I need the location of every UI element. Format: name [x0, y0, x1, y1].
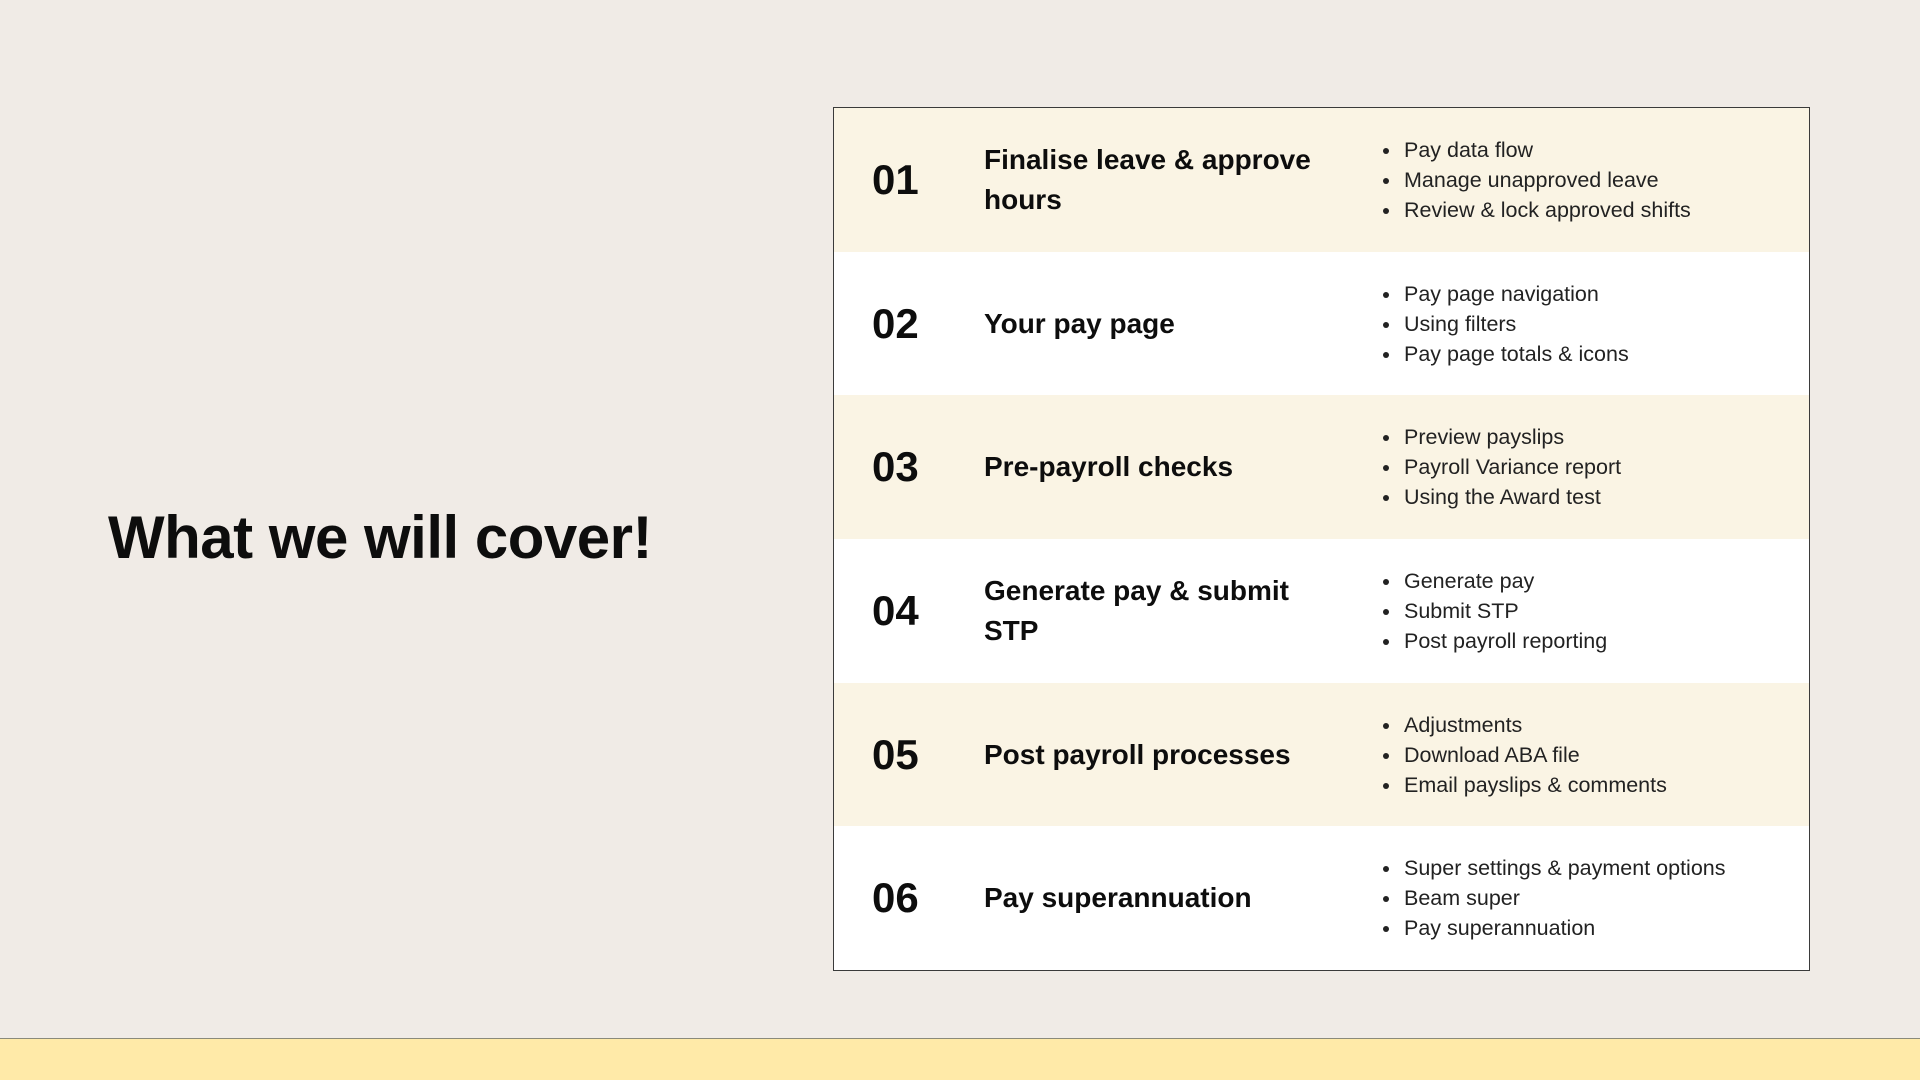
agenda-bullet: Generate pay: [1402, 566, 1607, 596]
agenda-number: 03: [872, 443, 919, 491]
agenda-bullet: Super settings & payment options: [1402, 853, 1726, 883]
agenda-bullet: Download ABA file: [1402, 740, 1667, 770]
agenda-row-05: 05 Post payroll processes Adjustments Do…: [834, 682, 1809, 827]
agenda-topic: Post payroll processes: [984, 738, 1291, 770]
agenda-bullet: Manage unapproved leave: [1402, 165, 1691, 195]
agenda-bullet: Pay page totals & icons: [1402, 339, 1629, 369]
agenda-bullet-list: Pay page navigation Using filters Pay pa…: [1379, 279, 1629, 369]
agenda-bullet: Email payslips & comments: [1402, 770, 1667, 800]
agenda-bullet: Post payroll reporting: [1402, 626, 1607, 656]
agenda-topic: Pre-payroll checks: [984, 451, 1234, 483]
agenda-bullet: Preview payslips: [1402, 422, 1621, 452]
agenda-row-06: 06 Pay superannuation Super settings & p…: [834, 826, 1809, 970]
agenda-bullet: Beam super: [1402, 883, 1726, 913]
agenda-number: 06: [872, 874, 919, 922]
agenda-topic: Generate pay & submit STP: [984, 574, 1289, 646]
agenda-row-02: 02 Your pay page Pay page navigation Usi…: [834, 251, 1809, 396]
agenda-bullet: Adjustments: [1402, 710, 1667, 740]
agenda-bullet: Payroll Variance report: [1402, 452, 1621, 482]
agenda-bullet-list: Generate pay Submit STP Post payroll rep…: [1379, 566, 1607, 656]
agenda-row-04: 04 Generate pay & submit STP Generate pa…: [834, 539, 1809, 683]
agenda-bullet: Pay superannuation: [1402, 913, 1726, 943]
agenda-bullet: Pay page navigation: [1402, 279, 1629, 309]
agenda-bullet-list: Preview payslips Payroll Variance report…: [1379, 422, 1621, 512]
agenda-number: 04: [872, 586, 919, 634]
agenda-topic: Your pay page: [984, 307, 1175, 339]
agenda-bullet-list: Super settings & payment options Beam su…: [1379, 853, 1726, 943]
agenda-bullet: Using the Award test: [1402, 482, 1621, 512]
agenda-bullet-list: Pay data flow Manage unapproved leave Re…: [1379, 135, 1691, 225]
agenda-number: 05: [872, 730, 919, 778]
footer-band: [0, 1038, 1920, 1080]
agenda-topic: Finalise leave & approve hours: [984, 143, 1311, 215]
agenda-bullet-list: Adjustments Download ABA file Email pays…: [1379, 710, 1667, 800]
agenda-bullet: Using filters: [1402, 309, 1629, 339]
agenda-row-03: 03 Pre-payroll checks Preview payslips P…: [834, 395, 1809, 540]
agenda-bullet: Pay data flow: [1402, 135, 1691, 165]
agenda-number: 02: [872, 299, 919, 347]
agenda-topic: Pay superannuation: [984, 882, 1252, 914]
agenda-bullet: Submit STP: [1402, 596, 1607, 626]
agenda-bullet: Review & lock approved shifts: [1402, 195, 1691, 225]
agenda-table: 01 Finalise leave & approve hours Pay da…: [833, 107, 1810, 971]
page-title: What we will cover!: [108, 504, 652, 571]
agenda-number: 01: [872, 155, 919, 203]
agenda-row-01: 01 Finalise leave & approve hours Pay da…: [834, 108, 1809, 252]
